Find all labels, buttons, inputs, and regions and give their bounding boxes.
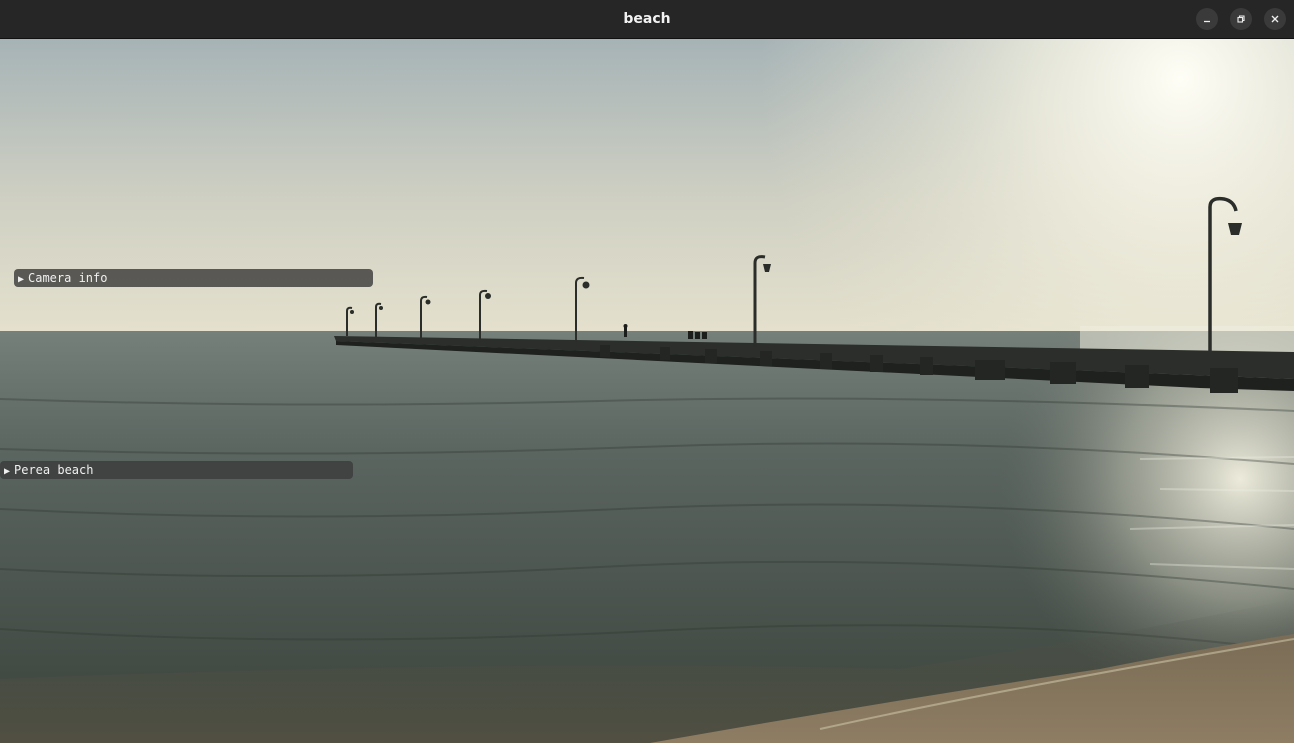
window-title: beach xyxy=(623,11,671,27)
render-viewport[interactable]: ▶ Camera info ▶ Perea beach xyxy=(0,39,1294,743)
collapse-arrow-icon: ▶ xyxy=(17,274,25,285)
restore-button[interactable] xyxy=(1230,8,1252,30)
close-icon xyxy=(1270,14,1280,24)
restore-icon xyxy=(1236,14,1246,24)
beach-photo xyxy=(0,39,1294,743)
minimize-icon xyxy=(1202,14,1212,24)
close-button[interactable] xyxy=(1264,8,1286,30)
app-window: beach ▶ Camera info ▶ Perea beach xyxy=(0,0,1294,743)
collapse-arrow-icon: ▶ xyxy=(3,466,11,477)
perea-beach-panel[interactable]: ▶ Perea beach xyxy=(0,461,353,479)
title-bar[interactable]: beach xyxy=(0,0,1294,39)
perea-beach-label: Perea beach xyxy=(14,463,94,477)
camera-info-panel[interactable]: ▶ Camera info xyxy=(14,269,373,287)
minimize-button[interactable] xyxy=(1196,8,1218,30)
camera-info-label: Camera info xyxy=(28,271,108,285)
